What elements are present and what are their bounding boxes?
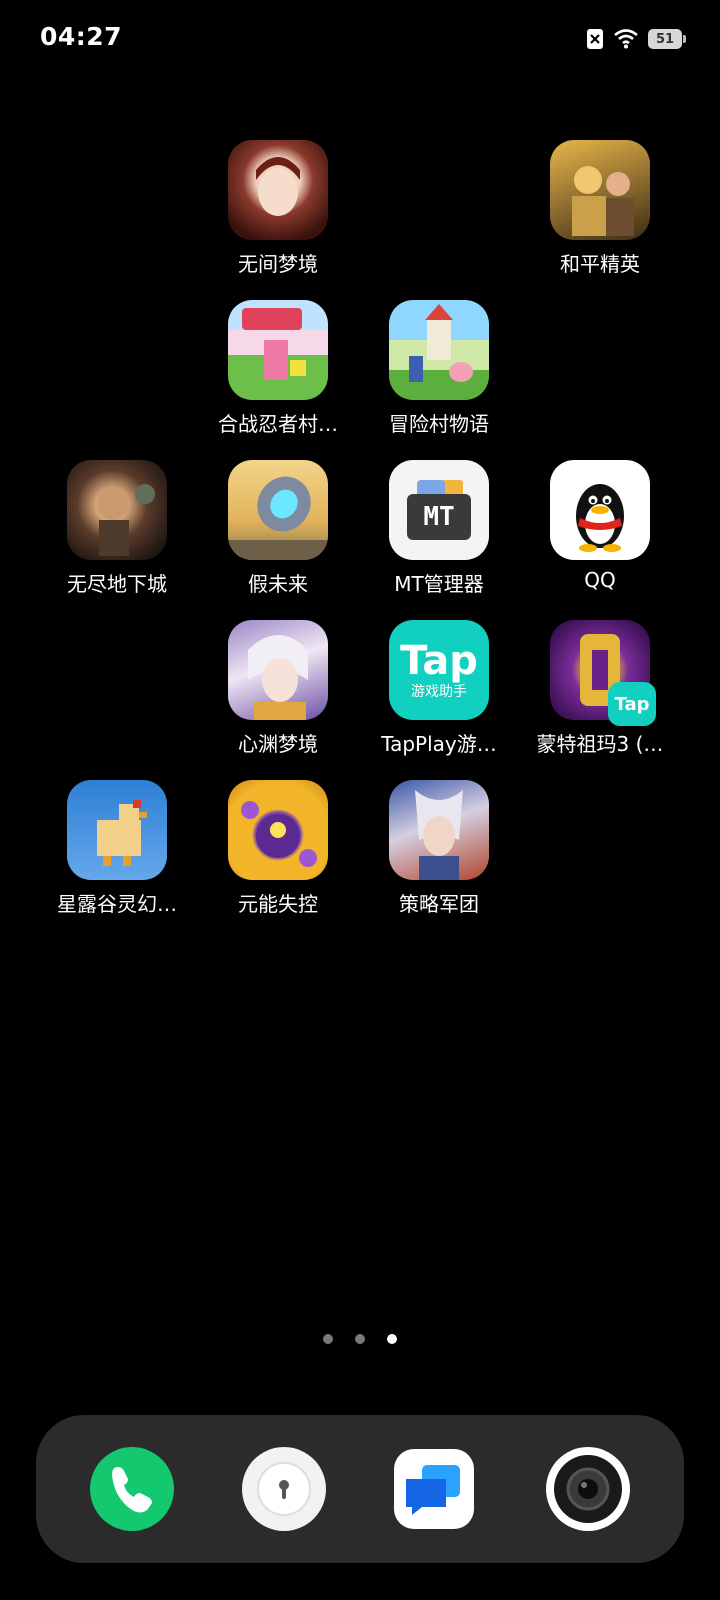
wujian-mengjing-icon xyxy=(228,140,328,240)
tap-badge: Tap xyxy=(608,682,656,726)
app-label: 假未来 xyxy=(248,572,308,596)
app-tapplay[interactable]: Tap 游戏助手 TapPlay游… xyxy=(359,620,519,757)
phone-app[interactable] xyxy=(90,1447,174,1531)
page-dot-3-active[interactable] xyxy=(387,1334,397,1344)
messages-app[interactable] xyxy=(394,1449,474,1529)
phone-icon xyxy=(112,1467,152,1513)
messages-icon xyxy=(406,1465,460,1515)
app-xinglugu[interactable]: 星露谷灵幻… xyxy=(37,780,197,917)
password-manager-app[interactable] xyxy=(242,1447,326,1531)
lock-icon xyxy=(257,1462,311,1516)
xinyuan-mengjing-icon xyxy=(228,620,328,720)
app-wujian-mengjing[interactable]: 无间梦境 xyxy=(198,140,358,277)
battery-level: 51 xyxy=(655,31,675,47)
app-jia-weilai[interactable]: 假未来 xyxy=(198,460,358,597)
home-screen: 04:27 51 无间梦境 和平精英 合战忍者村… 冒险村物语 无尽地下城 假未… xyxy=(0,0,720,1600)
page-dot-1[interactable] xyxy=(323,1334,333,1344)
tapplay-icon: Tap 游戏助手 xyxy=(389,620,489,720)
status-icons: 51 xyxy=(586,26,686,52)
hezhan-renzhecun-icon xyxy=(228,300,328,400)
mt-manager-icon: MT xyxy=(389,460,489,560)
clock: 04:27 xyxy=(40,22,123,51)
app-label: 蒙特祖玛3 (… xyxy=(536,732,664,756)
app-xinyuan-mengjing[interactable]: 心渊梦境 xyxy=(198,620,358,757)
camera-app[interactable] xyxy=(546,1447,630,1531)
app-qq[interactable]: QQ xyxy=(520,460,680,592)
wifi-icon xyxy=(614,29,638,49)
maoxiancun-wuyu-icon xyxy=(389,300,489,400)
app-label: 策略军团 xyxy=(399,892,479,916)
app-yuanneng-shikong[interactable]: 元能失控 xyxy=(198,780,358,917)
app-label: 和平精英 xyxy=(560,252,640,276)
app-celue-juntuan[interactable]: 策略军团 xyxy=(359,780,519,917)
tap-logo-text: Tap xyxy=(400,638,478,684)
app-mt-manager[interactable]: MT MT管理器 xyxy=(359,460,519,597)
qq-penguin-icon xyxy=(550,460,650,560)
celue-juntuan-icon xyxy=(389,780,489,880)
app-mengte-zuma-3[interactable]: Tap 蒙特祖玛3 (… xyxy=(520,620,680,757)
no-sim-icon xyxy=(587,29,603,49)
app-maoxiancun-wuyu[interactable]: 冒险村物语 xyxy=(359,300,519,437)
page-dot-2[interactable] xyxy=(355,1334,365,1344)
mt-icon-text: MT xyxy=(423,502,455,532)
heping-jingying-icon xyxy=(550,140,650,240)
status-bar: 04:27 51 xyxy=(0,0,720,80)
app-label: 冒险村物语 xyxy=(389,412,489,436)
app-label: 元能失控 xyxy=(238,892,318,916)
mengte-zuma-icon: Tap xyxy=(550,620,656,726)
page-indicator[interactable] xyxy=(0,1334,720,1344)
jia-weilai-icon xyxy=(228,460,328,560)
app-label: 心渊梦境 xyxy=(238,732,318,756)
camera-icon xyxy=(550,1451,626,1527)
app-label: QQ xyxy=(584,568,616,592)
xinglugu-chicken-icon xyxy=(67,780,167,880)
app-label: 合战忍者村… xyxy=(218,412,338,436)
app-heping-jingying[interactable]: 和平精英 xyxy=(520,140,680,277)
app-label: MT管理器 xyxy=(394,572,484,596)
battery-indicator: 51 xyxy=(648,29,686,49)
app-label: TapPlay游… xyxy=(381,732,497,756)
wujin-dixiacheng-icon xyxy=(67,460,167,560)
app-label: 星露谷灵幻… xyxy=(57,892,177,916)
tap-subtitle: 游戏助手 xyxy=(411,684,467,700)
dock xyxy=(36,1415,684,1563)
app-label: 无间梦境 xyxy=(238,252,318,276)
app-hezhan-renzhecun[interactable]: 合战忍者村… xyxy=(198,300,358,437)
app-wujin-dixiacheng[interactable]: 无尽地下城 xyxy=(37,460,197,597)
yuanneng-shikong-icon xyxy=(228,780,328,880)
app-label: 无尽地下城 xyxy=(67,572,167,596)
